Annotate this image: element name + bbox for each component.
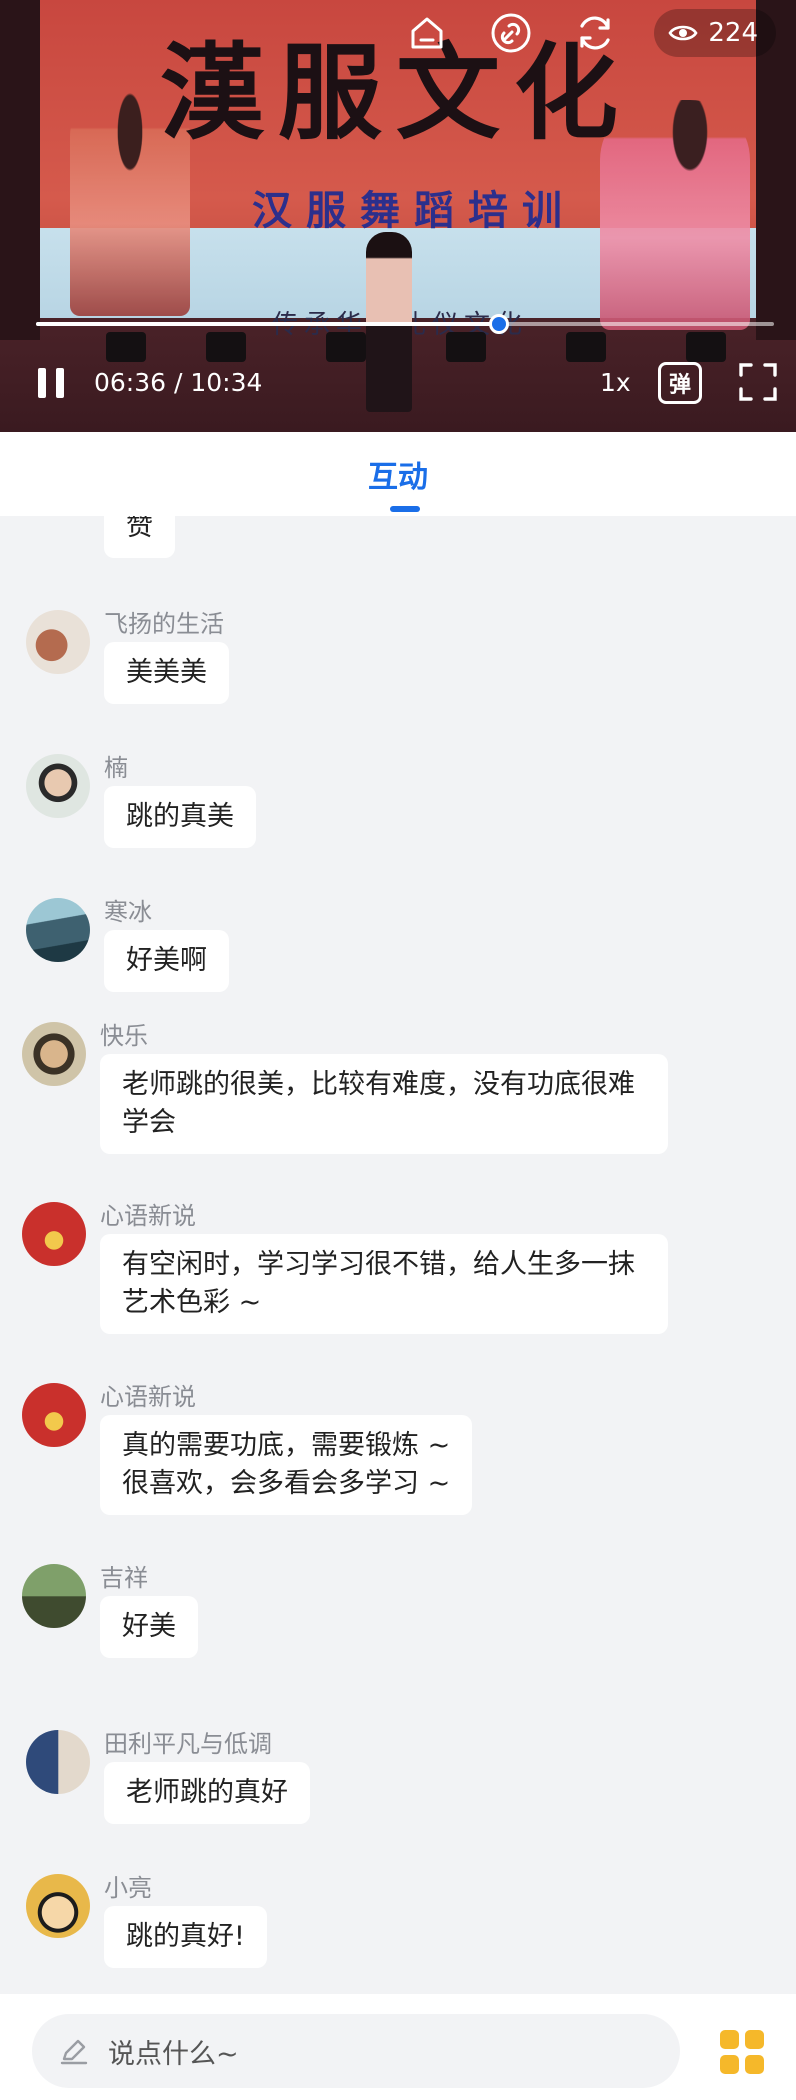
share-link-button[interactable] xyxy=(486,8,536,58)
fullscreen-button[interactable] xyxy=(738,362,778,402)
comment-bubble: 真的需要功底，需要锻炼 ~ 很喜欢，会多看会多学习 ~ xyxy=(100,1415,473,1515)
avatar[interactable] xyxy=(26,610,90,674)
home-icon xyxy=(411,17,443,49)
pause-icon xyxy=(38,368,46,398)
refresh-icon xyxy=(580,16,610,50)
grid-cell xyxy=(720,2055,739,2074)
comment-bubble: 有空闲时，学习学习很不错，给人生多一抹艺术色彩 ~ xyxy=(100,1234,668,1334)
video-top-toolbar: 224 xyxy=(402,8,776,58)
eye-icon xyxy=(668,25,698,41)
comment-input-bar: 说点什么~ xyxy=(0,1994,796,2100)
comment-username[interactable]: 快乐 xyxy=(100,1016,148,1051)
avatar[interactable] xyxy=(26,898,90,962)
danmaku-icon: 弹 xyxy=(668,373,691,398)
stage-light xyxy=(326,332,366,362)
view-count: 224 xyxy=(708,18,758,48)
tab-active-indicator xyxy=(390,506,420,512)
comment-bubble: 美美美 xyxy=(104,642,229,704)
avatar[interactable] xyxy=(22,1564,86,1628)
banner-subtitle: 汉服舞蹈培训 xyxy=(252,188,576,234)
stage-light xyxy=(106,332,146,362)
comment-input-placeholder: 说点什么~ xyxy=(108,2038,239,2070)
avatar[interactable] xyxy=(22,1202,86,1266)
apps-grid-icon[interactable] xyxy=(720,2030,764,2074)
home-button[interactable] xyxy=(402,8,452,58)
tab-interaction[interactable]: 互动 xyxy=(0,432,796,496)
grid-cell xyxy=(720,2030,739,2049)
comment-username[interactable]: 小亮 xyxy=(104,1868,152,1903)
progress-fill xyxy=(36,322,500,326)
comment-username[interactable]: 心语新说 xyxy=(100,1377,196,1412)
comment-bubble: 老师跳的真好 xyxy=(104,1762,310,1824)
stage-light xyxy=(566,332,606,362)
playback-speed-button[interactable]: 1x xyxy=(600,368,631,397)
refresh-button[interactable] xyxy=(570,8,620,58)
avatar[interactable] xyxy=(26,1874,90,1938)
grid-cell xyxy=(745,2055,764,2074)
comment-input[interactable]: 说点什么~ xyxy=(32,2014,680,2088)
comment-bubble: 好美啊 xyxy=(104,930,229,992)
comment-list[interactable]: 赞 飞扬的生活 美美美 楠 跳的真美 寒冰 好美啊 快乐 老师跳的很美，比较有难… xyxy=(0,516,796,1994)
comment-username[interactable]: 寒冰 xyxy=(104,892,152,927)
view-count-badge: 224 xyxy=(654,9,776,57)
pause-icon-bar xyxy=(56,368,64,398)
time-display: 06:36 / 10:34 xyxy=(94,368,263,397)
pause-button[interactable] xyxy=(36,368,68,398)
stage-light xyxy=(686,332,726,362)
progress-bar[interactable] xyxy=(36,314,774,334)
comment-username[interactable]: 田利平凡与低调 xyxy=(104,1724,272,1759)
stage-light xyxy=(206,332,246,362)
player-controls: 06:36 / 10:34 1x 弹 xyxy=(0,360,796,408)
avatar[interactable] xyxy=(26,1730,90,1794)
danmaku-toggle-button[interactable]: 弹 xyxy=(658,362,702,404)
comment-bubble: 跳的真好! xyxy=(104,1906,267,1968)
comment-username[interactable]: 楠 xyxy=(104,748,128,783)
comment-bubble: 老师跳的很美，比较有难度，没有功底很难学会 xyxy=(100,1054,668,1154)
comment-username[interactable]: 飞扬的生活 xyxy=(104,604,224,639)
comment-username[interactable]: 吉祥 xyxy=(100,1558,148,1593)
pencil-icon xyxy=(60,2039,88,2065)
link-icon xyxy=(491,13,531,53)
comment-bubble: 好美 xyxy=(100,1596,198,1658)
avatar[interactable] xyxy=(26,754,90,818)
stage-light xyxy=(446,332,486,362)
tab-bar: 互动 xyxy=(0,432,796,516)
avatar[interactable] xyxy=(22,1022,86,1086)
comment-username[interactable]: 心语新说 xyxy=(100,1196,196,1231)
video-player[interactable]: 漢服文化 汉服舞蹈培训 传承华夏礼仪文化 xyxy=(0,0,796,432)
grid-cell xyxy=(745,2030,764,2049)
comment-bubble: 赞 xyxy=(104,516,175,558)
comment-bubble: 跳的真美 xyxy=(104,786,256,848)
stage-pillar-left xyxy=(0,0,40,340)
avatar[interactable] xyxy=(22,1383,86,1447)
fullscreen-icon xyxy=(739,363,777,401)
